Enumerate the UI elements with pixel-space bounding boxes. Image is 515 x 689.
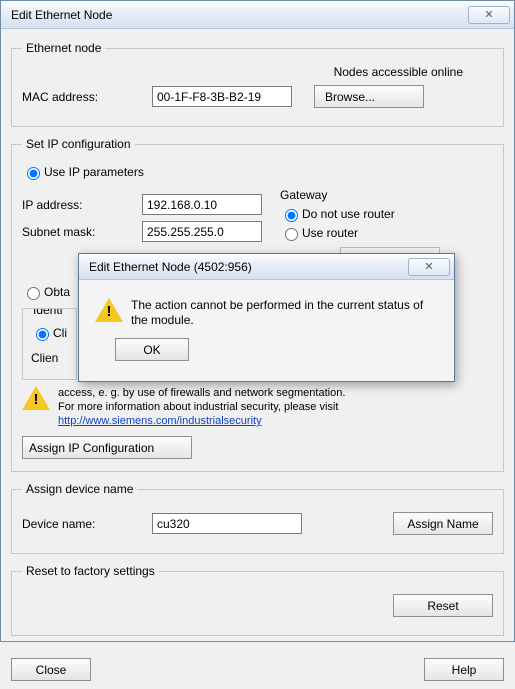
ethernet-node-legend: Ethernet node <box>22 41 105 55</box>
dialog-body: The action cannot be performed in the cu… <box>79 280 454 381</box>
use-ip-params-radio[interactable] <box>27 167 40 180</box>
close-icon: ✕ <box>484 8 493 21</box>
reset-legend: Reset to factory settings <box>22 564 159 578</box>
dialog-close-button[interactable]: ✕ <box>408 258 450 276</box>
assign-ip-config-button[interactable]: Assign IP Configuration <box>22 436 192 459</box>
assign-name-button[interactable]: Assign Name <box>393 512 493 535</box>
use-router-radio[interactable] <box>285 228 298 241</box>
security-line2: For more information about industrial se… <box>58 400 345 414</box>
cli-label: Cli <box>53 326 67 340</box>
use-ip-params-label: Use IP parameters <box>44 165 144 179</box>
obtain-label: Obta <box>44 285 70 299</box>
subnet-input[interactable] <box>142 221 262 242</box>
no-router-row[interactable]: Do not use router <box>280 206 493 222</box>
close-button[interactable]: Close <box>11 658 91 681</box>
identifi-group: Identi Cli Clien <box>22 308 77 380</box>
window-title: Edit Ethernet Node <box>11 8 468 22</box>
browse-button[interactable]: Browse... <box>314 85 424 108</box>
dialog-titlebar: Edit Ethernet Node (4502:956) ✕ <box>79 254 454 280</box>
use-router-row[interactable]: Use router <box>280 225 493 241</box>
use-ip-params-radio-row[interactable]: Use IP parameters <box>22 164 493 180</box>
assign-device-name-group: Assign device name Device name: Assign N… <box>11 482 504 554</box>
device-name-input[interactable] <box>152 513 302 534</box>
security-line1: access, e. g. by use of firewalls and ne… <box>58 386 345 400</box>
cli-radio-row[interactable]: Cli <box>31 325 68 341</box>
no-router-radio[interactable] <box>285 209 298 222</box>
identifi-legend: Identi <box>33 308 77 317</box>
mac-address-input[interactable] <box>152 86 292 107</box>
ip-config-legend: Set IP configuration <box>22 137 135 151</box>
use-router-label: Use router <box>302 226 358 240</box>
dialog-title: Edit Ethernet Node (4502:956) <box>89 260 408 274</box>
error-dialog: Edit Ethernet Node (4502:956) ✕ The acti… <box>78 253 455 382</box>
help-button[interactable]: Help <box>424 658 504 681</box>
dialog-ok-button[interactable]: OK <box>115 338 189 361</box>
security-note: access, e. g. by use of firewalls and ne… <box>22 386 493 428</box>
reset-group: Reset to factory settings Reset <box>11 564 504 636</box>
warning-icon <box>22 386 50 412</box>
warning-icon <box>95 298 123 324</box>
no-router-label: Do not use router <box>302 207 395 221</box>
subnet-label: Subnet mask: <box>22 225 142 239</box>
dialog-message: The action cannot be performed in the cu… <box>131 298 438 328</box>
ethernet-node-group: Ethernet node Nodes accessible online MA… <box>11 41 504 127</box>
security-link[interactable]: http://www.siemens.com/industrialsecurit… <box>58 415 262 427</box>
device-name-label: Device name: <box>22 517 152 531</box>
titlebar: Edit Ethernet Node ✕ <box>1 1 514 29</box>
assign-device-name-legend: Assign device name <box>22 482 137 496</box>
close-window-button[interactable]: ✕ <box>468 6 510 24</box>
close-icon: ✕ <box>424 260 433 273</box>
ip-address-input[interactable] <box>142 194 262 215</box>
security-text-block: access, e. g. by use of firewalls and ne… <box>58 386 345 428</box>
gateway-label: Gateway <box>280 188 493 202</box>
ip-address-label: IP address: <box>22 198 142 212</box>
obtain-radio[interactable] <box>27 287 40 300</box>
clien-label: Clien <box>31 351 68 365</box>
mac-address-label: MAC address: <box>22 90 152 104</box>
cli-radio[interactable] <box>36 328 49 341</box>
reset-button[interactable]: Reset <box>393 594 493 617</box>
nodes-online-label: Nodes accessible online <box>22 65 493 79</box>
footer: Close Help <box>1 654 514 689</box>
